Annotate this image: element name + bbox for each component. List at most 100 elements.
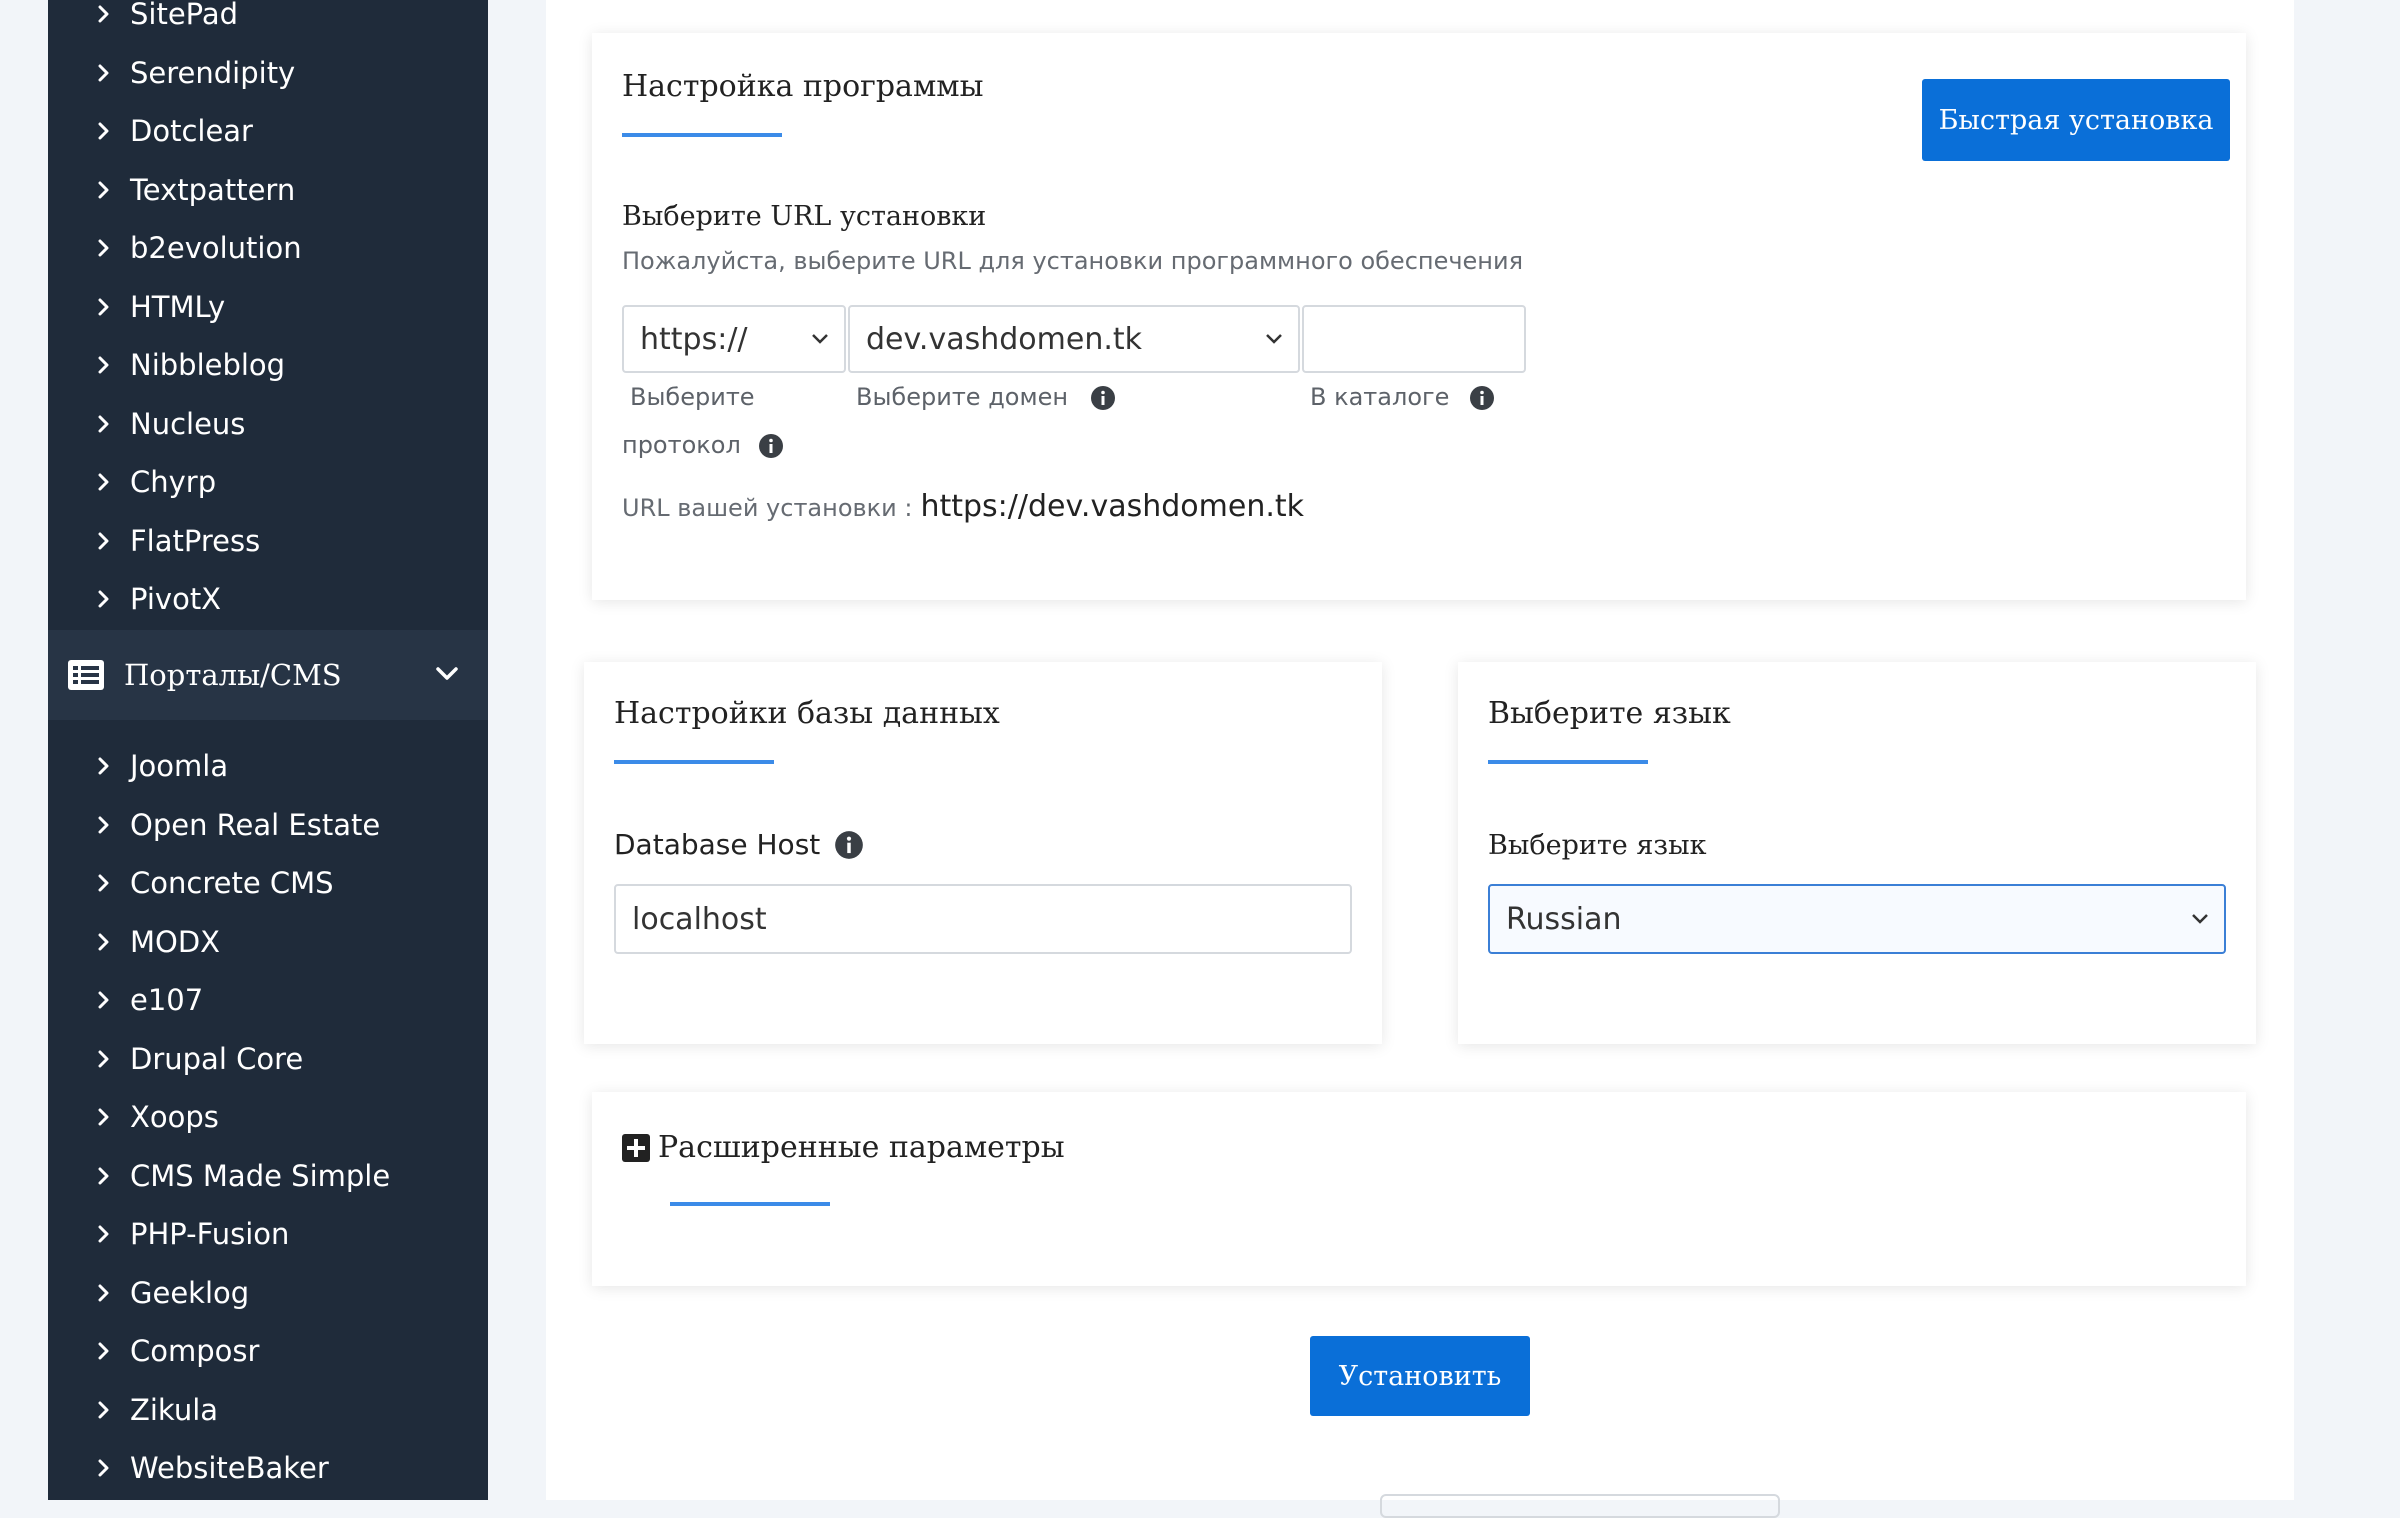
main-panel: Настройка программы Быстрая установка Вы… <box>546 0 2294 1518</box>
chevron-right-icon <box>98 1225 109 1243</box>
chevron-right-icon <box>98 991 109 1009</box>
sidebar-item-label: MODX <box>130 924 221 959</box>
chevron-right-icon-wrap <box>97 1108 111 1126</box>
sidebar-item-label: WebsiteBaker <box>130 1451 329 1485</box>
chevron-down-icon <box>812 334 828 344</box>
chevron-right-icon <box>98 1108 109 1126</box>
chevron-right-icon <box>98 874 109 892</box>
chevron-right-icon-wrap <box>97 1459 111 1477</box>
chevron-down-icon[interactable] <box>434 664 460 684</box>
domain-select[interactable]: dev.vashdomen.tk <box>848 305 1300 373</box>
sidebar-item-label: CMS Made Simple <box>130 1158 391 1193</box>
database-host-value: localhost <box>632 901 767 937</box>
sidebar-item-pivotx[interactable]: PivotX <box>48 570 488 628</box>
sidebar-item-composr[interactable]: Composr <box>48 1322 488 1380</box>
info-icon[interactable] <box>834 830 864 860</box>
quick-install-button[interactable]: Быстрая установка <box>1922 79 2230 161</box>
sidebar-item-cms-made-simple[interactable]: CMS Made Simple <box>48 1147 488 1205</box>
directory-input[interactable] <box>1302 305 1526 373</box>
chevron-right-icon-wrap <box>97 415 111 432</box>
sidebar-item-nibbleblog[interactable]: Nibbleblog <box>48 336 488 394</box>
sidebar-item-xoops[interactable]: Xoops <box>48 1088 488 1146</box>
sidebar-item-htmly[interactable]: HTMLy <box>48 278 488 336</box>
sidebar-item-b2evolution[interactable]: b2evolution <box>48 219 488 277</box>
sidebar-item-dotclear[interactable]: Dotclear <box>48 102 488 160</box>
info-icon[interactable] <box>758 433 784 459</box>
chevron-right-icon-wrap <box>97 757 111 775</box>
chevron-right-icon <box>98 298 109 315</box>
info-icon[interactable] <box>1469 385 1495 411</box>
protocol-label-2: протокол <box>622 431 784 459</box>
chevron-right-icon-wrap <box>97 1050 111 1067</box>
sidebar-item-label: Nucleus <box>130 406 246 441</box>
chevron-right-icon-wrap <box>97 1401 111 1418</box>
advanced-options-title: Расширенные параметры <box>658 1130 1065 1165</box>
sidebar-item-geeklog[interactable]: Geeklog <box>48 1264 488 1322</box>
database-card: Настройки базы данных Database Host loca… <box>584 662 1382 1044</box>
sidebar-item-open-real-estate[interactable]: Open Real Estate <box>48 796 488 854</box>
sidebar-item-label: e107 <box>130 983 204 1017</box>
chevron-right-icon-wrap <box>97 356 111 374</box>
sidebar-item-serendipity[interactable]: Serendipity <box>48 44 488 102</box>
url-hint: Пожалуйста, выберите URL для установки п… <box>622 247 1524 275</box>
domain-value: dev.vashdomen.tk <box>866 321 1143 357</box>
sidebar-item-label: Zikula <box>130 1392 219 1427</box>
sidebar-item-label: SitePad <box>130 0 239 31</box>
chevron-right-icon-wrap <box>97 64 111 81</box>
chevron-right-icon <box>98 64 109 81</box>
install-url-value: https://dev.vashdomen.tk <box>920 489 1305 524</box>
sidebar-category-portals-cms[interactable]: Порталы/CMS <box>48 630 488 720</box>
database-host-label: Database Host <box>614 828 821 861</box>
sidebar-item-flatpress[interactable]: FlatPress <box>48 512 488 570</box>
sidebar-item-zikula[interactable]: Zikula <box>48 1381 488 1439</box>
chevron-right-icon <box>98 181 109 198</box>
sidebar-item-textpattern[interactable]: Textpattern <box>48 161 488 219</box>
sidebar-item-nucleus[interactable]: Nucleus <box>48 395 488 453</box>
sidebar-item-chyrp[interactable]: Chyrp <box>48 453 488 511</box>
chevron-right-icon-wrap <box>97 991 111 1009</box>
sidebar-item-label: Nibbleblog <box>130 348 286 382</box>
chevron-right-icon <box>98 473 109 491</box>
sidebar-item-joomla[interactable]: Joomla <box>48 737 488 795</box>
chevron-right-icon-wrap <box>97 298 111 315</box>
language-select-label: Выберите язык <box>1488 830 1707 861</box>
chevron-right-icon <box>98 1050 109 1067</box>
sidebar-item-php-fusion[interactable]: PHP-Fusion <box>48 1205 488 1263</box>
sidebar-item-label: Xoops <box>130 1100 219 1134</box>
directory-label: В каталоге <box>1310 383 1495 411</box>
chevron-right-icon <box>98 1401 109 1418</box>
chevron-right-icon-wrap <box>97 1342 111 1360</box>
sidebar-item-modx[interactable]: MODX <box>48 913 488 971</box>
chevron-right-icon <box>98 5 109 23</box>
chevron-right-icon <box>98 532 109 549</box>
info-icon[interactable] <box>1090 385 1116 411</box>
chevron-right-icon <box>98 933 109 950</box>
database-host-input[interactable]: localhost <box>614 884 1352 954</box>
chevron-right-icon-wrap <box>97 1225 111 1243</box>
chevron-down-icon <box>1266 334 1282 344</box>
sidebar-item-concrete-cms[interactable]: Concrete CMS <box>48 854 488 912</box>
sidebar-item-e107[interactable]: e107 <box>48 971 488 1029</box>
chevron-right-icon <box>98 122 109 140</box>
sidebar-item-label: HTMLy <box>130 289 226 324</box>
sidebar-item-drupal-core[interactable]: Drupal Core <box>48 1030 488 1088</box>
sidebar-item-label: Concrete CMS <box>130 866 334 900</box>
sidebar-item-label: Serendipity <box>130 55 296 90</box>
advanced-options-toggle[interactable]: Расширенные параметры <box>622 1130 1065 1165</box>
sidebar-item-label: PHP-Fusion <box>130 1217 290 1251</box>
chevron-right-icon-wrap <box>97 933 111 950</box>
program-settings-card: Настройка программы Быстрая установка Вы… <box>592 33 2246 600</box>
title-underline <box>614 760 774 764</box>
language-select[interactable]: Russian <box>1488 884 2226 954</box>
sidebar-item-sitepad[interactable]: SitePad <box>48 0 488 43</box>
protocol-select[interactable]: https:// <box>622 305 846 373</box>
install-button[interactable]: Установить <box>1310 1336 1530 1416</box>
database-host-label-row: Database Host <box>614 828 864 861</box>
language-card: Выберите язык Выберите язык Russian <box>1458 662 2256 1044</box>
chevron-right-icon <box>98 1342 109 1360</box>
protocol-label: Выберите <box>630 383 755 411</box>
sidebar-item-websitebaker[interactable]: WebsiteBaker <box>48 1439 488 1497</box>
chevron-right-icon-wrap <box>97 590 111 608</box>
chevron-right-icon <box>98 1284 109 1301</box>
sidebar-item-label: Drupal Core <box>130 1041 304 1076</box>
